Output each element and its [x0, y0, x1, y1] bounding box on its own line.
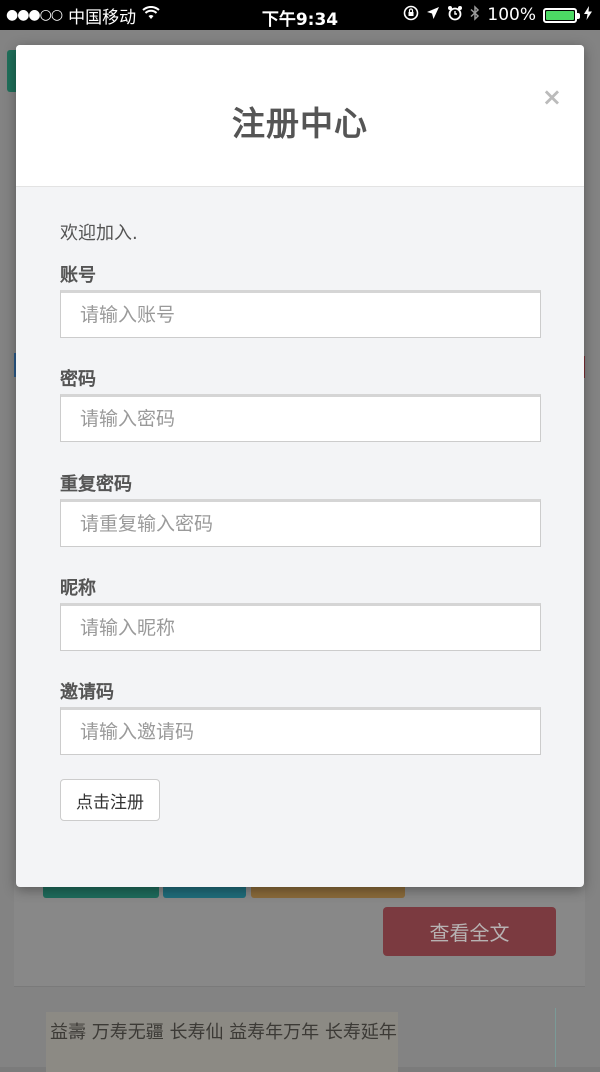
- status-right: 100%: [403, 0, 592, 30]
- status-bar: ●●●○○ 中国移动 下午9:34 100%: [0, 0, 600, 30]
- battery-icon: [543, 7, 580, 23]
- calligraphy-image: 益壽 万寿无疆 长寿仙 益寿年万年 长寿延年: [46, 1012, 398, 1072]
- bluetooth-icon: [470, 4, 480, 26]
- modal-title: 注册中心: [232, 104, 368, 143]
- modal-header: 注册中心 ×: [16, 45, 584, 187]
- alarm-icon: [447, 5, 463, 26]
- close-icon[interactable]: ×: [542, 85, 562, 109]
- account-label: 账号: [60, 265, 96, 286]
- location-arrow-icon: [426, 5, 440, 25]
- repeat-password-label: 重复密码: [60, 474, 132, 495]
- rotation-lock-icon: [403, 5, 419, 26]
- account-input[interactable]: [60, 290, 541, 338]
- invite-code-input[interactable]: [60, 707, 541, 755]
- battery-level-fill: [546, 10, 574, 20]
- background-image-frame: [555, 1008, 556, 1067]
- repeat-password-input[interactable]: [60, 499, 541, 547]
- register-modal: 注册中心 × 欢迎加入. 账号 密码 重复密码 昵称 邀请码 点击注册: [16, 45, 584, 887]
- read-more-button[interactable]: 查看全文: [383, 907, 556, 956]
- battery-percent: 100%: [487, 5, 536, 25]
- nickname-label: 昵称: [60, 578, 96, 599]
- charging-bolt-icon: [584, 5, 592, 25]
- password-label: 密码: [60, 369, 96, 390]
- welcome-text: 欢迎加入.: [60, 223, 138, 244]
- register-button[interactable]: 点击注册: [60, 779, 160, 821]
- invite-code-label: 邀请码: [60, 682, 114, 703]
- password-input[interactable]: [60, 394, 541, 442]
- nickname-input[interactable]: [60, 603, 541, 651]
- calligraphy-text: 益壽 万寿无疆 长寿仙 益寿年万年 长寿延年: [50, 1022, 397, 1043]
